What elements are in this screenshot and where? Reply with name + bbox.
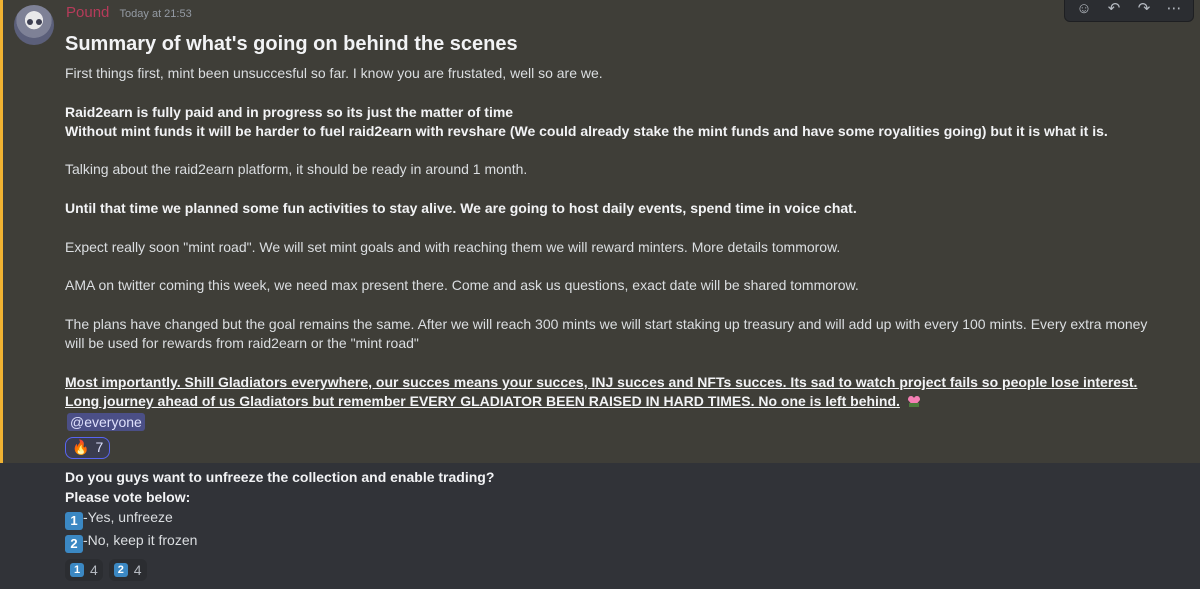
poll-option: 1 -Yes, unfreeze	[65, 507, 1165, 530]
message-body: First things first, mint been unsuccesfu…	[65, 64, 1165, 459]
keycap-one-icon: 1	[65, 512, 83, 530]
more-icon[interactable]: ⋯	[1161, 0, 1187, 19]
shill-text: Most importantly. Shill Gladiators every…	[65, 373, 1138, 410]
reaction-count: 4	[133, 562, 142, 578]
message-line-emphasis: Most importantly. Shill Gladiators every…	[65, 373, 1165, 412]
keycap-two-icon: 2	[113, 563, 128, 577]
everyone-mention[interactable]: @everyone	[67, 413, 145, 432]
message-line: The plans have changed but the goal rema…	[65, 315, 1148, 352]
avatar-eye-icon	[36, 19, 42, 25]
poll-prompt: Please vote below:	[65, 489, 191, 505]
avatar[interactable]	[14, 5, 54, 45]
message-toolbar: ☺ ↶ ↷ ⋯	[1064, 0, 1194, 22]
message-line: Talking about the raid2earn platform, it…	[65, 161, 528, 178]
message-line: Expect really soon "mint road". We will …	[65, 238, 841, 255]
fire-reaction[interactable]: 🔥 7	[65, 436, 111, 459]
poll-message: Do you guys want to unfreeze the collect…	[65, 467, 1165, 581]
message-line: AMA on twitter coming this week, we need…	[65, 277, 859, 294]
keycap-one-icon: 1	[70, 563, 84, 577]
poll-option: 2 -No, keep it frozen	[65, 530, 1165, 553]
reaction-count: 7	[95, 438, 104, 455]
message-header: Pound Today at 21:53	[66, 4, 192, 21]
message-title: Summary of what's going on behind the sc…	[65, 33, 518, 55]
poll-question: Do you guys want to unfreeze the collect…	[65, 469, 495, 485]
reaction-count: 4	[90, 562, 98, 578]
forward-icon[interactable]: ↷	[1131, 0, 1157, 19]
gladiator-emoji-icon	[907, 396, 920, 408]
add-reaction-icon[interactable]: ☺	[1071, 0, 1097, 19]
message-line: Until that time we planned some fun acti…	[65, 200, 857, 217]
poll-reactions: 1 4 2 4	[65, 559, 1165, 581]
avatar-eye-icon	[27, 19, 33, 25]
poll-option-label: -Yes, unfreeze	[83, 509, 173, 525]
author-name[interactable]: Pound	[66, 4, 109, 21]
message-line: Raid2earn is fully paid and in progress …	[65, 103, 514, 120]
message-line: Without mint funds it will be harder to …	[65, 122, 1108, 139]
message-line: First things first, mint been unsuccesfu…	[65, 65, 603, 81]
message-timestamp[interactable]: Today at 21:53	[120, 8, 192, 20]
vote-reaction-one[interactable]: 1 4	[65, 559, 103, 581]
keycap-two-icon: 2	[65, 535, 83, 553]
reply-icon[interactable]: ↶	[1101, 0, 1127, 19]
mention-line: @everyone	[65, 413, 1165, 432]
fire-icon: 🔥	[72, 438, 90, 455]
poll-option-label: -No, keep it frozen	[83, 532, 198, 548]
vote-reaction-two[interactable]: 2 4	[108, 559, 147, 581]
